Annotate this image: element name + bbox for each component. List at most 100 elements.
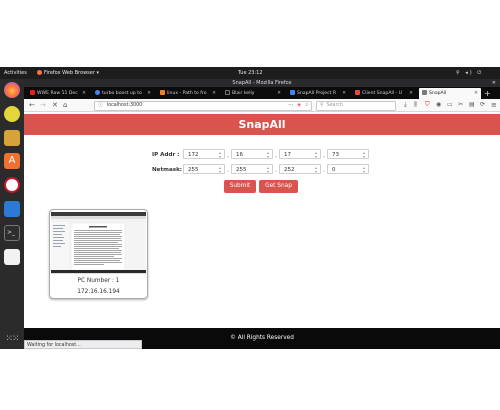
hamburger-menu-icon[interactable]: ≡	[491, 99, 497, 111]
search-bar[interactable]: ⚲ Search	[316, 101, 396, 111]
window-close-icon[interactable]: ✕	[492, 79, 496, 87]
info-icon[interactable]: ⓘ	[98, 103, 103, 108]
ip-octet-1[interactable]: 172 ▴ ▾	[183, 149, 225, 159]
ip-octet-4-value: 73	[332, 152, 339, 158]
tab-close-icon[interactable]: ✕	[474, 88, 478, 99]
separator-dot: .	[323, 167, 325, 174]
bookmark-star-icon[interactable]: ☆	[305, 102, 309, 110]
app-menu[interactable]: Firefox Web Browser ▾	[37, 67, 99, 79]
tab-label: linux - Path to fro	[167, 91, 207, 96]
ip-octet-2[interactable]: 16 ▴ ▾	[231, 149, 273, 159]
terminal-icon[interactable]: >_	[4, 225, 20, 241]
ublock-icon[interactable]: ⛉	[425, 99, 430, 111]
spin-arrows-icon[interactable]: ▴ ▾	[267, 166, 270, 174]
tab-label: SnapAll Project R	[297, 91, 337, 96]
status-text: Waiting for localhost...	[27, 343, 81, 348]
separator-dot: .	[323, 152, 325, 159]
home-icon[interactable]: ⌂	[63, 99, 67, 111]
spin-arrows-icon[interactable]: ▴ ▾	[315, 166, 318, 174]
app-menu-label: Firefox Web Browser ▾	[44, 70, 99, 76]
submit-button[interactable]: Submit	[224, 180, 256, 193]
netmask-octet-1[interactable]: 255 ▴ ▾	[183, 164, 225, 174]
tab-label: turbo boost up to	[102, 91, 142, 96]
sync-icon[interactable]: ⟳	[480, 99, 485, 111]
spin-arrows-icon[interactable]: ▴ ▾	[363, 166, 366, 174]
netmask-octet-2[interactable]: 255 ▴ ▾	[231, 164, 273, 174]
system-tray-icons[interactable]: ⚲ ◂) ⏻	[456, 67, 483, 79]
tab-close-icon[interactable]: ✕	[277, 88, 281, 99]
netmask-octet-3-value: 252	[284, 167, 295, 173]
tab-client-snapall[interactable]: Client SnapAll - U ✕	[352, 88, 416, 99]
tab-linux-path[interactable]: linux - Path to fro ✕	[157, 88, 219, 99]
page-content: SnapAll IP Addr : 172 ▴ ▾ . 16 ▴ ▾ . 17 ▴ ▾ . …	[24, 112, 500, 349]
firefox-icon	[37, 70, 42, 75]
search-placeholder: Search	[326, 103, 343, 108]
tab-snapall[interactable]: SnapAll ✕	[419, 88, 481, 99]
youtube-icon	[30, 90, 35, 95]
screenshot-thumbnail[interactable]	[51, 212, 146, 274]
url-bar[interactable]: ⓘ localhost:3000 ··· ◈ ☆	[94, 101, 312, 111]
page-icon	[422, 90, 427, 95]
screenshot-icon[interactable]: ✂	[458, 99, 463, 111]
spin-arrows-icon[interactable]: ▴ ▾	[315, 151, 318, 159]
dock: A >_ ⁙⁙	[0, 79, 24, 349]
firefox-icon[interactable]	[4, 82, 20, 98]
tab-wwe-raw[interactable]: WWE Raw 11 Dec ✕	[27, 88, 89, 99]
forward-arrow-icon[interactable]: →	[40, 99, 46, 111]
screenshot-thumbnail-image	[51, 212, 146, 273]
tab-close-icon[interactable]: ✕	[212, 88, 216, 99]
netmask-octet-3[interactable]: 252 ▴ ▾	[279, 164, 321, 174]
show-applications-icon[interactable]: ⁙⁙	[4, 331, 20, 347]
search-icon: ⚲	[320, 103, 324, 108]
desktop-screen: Activities Firefox Web Browser ▾ Tue 23:…	[0, 67, 500, 349]
ip-label: IP Addr :	[152, 152, 180, 158]
new-tab-button[interactable]: +	[484, 88, 496, 99]
url-text: localhost:3000	[106, 103, 143, 108]
pocket-icon[interactable]: ◈	[297, 102, 301, 110]
stackoverflow-icon	[160, 90, 165, 95]
navigation-bar: ← → ✕ ⌂ ⓘ localhost:3000 ··· ◈ ☆ ⚲ Search …	[24, 99, 500, 112]
thunderbird-icon[interactable]	[4, 106, 20, 122]
extension-icon[interactable]: ◉	[436, 99, 441, 111]
spin-arrows-icon[interactable]: ▴ ▾	[219, 166, 222, 174]
spin-arrows-icon[interactable]: ▴ ▾	[219, 151, 222, 159]
netmask-octet-4[interactable]: 0 ▴ ▾	[327, 164, 369, 174]
files-icon[interactable]	[4, 130, 20, 146]
sidebar-icon[interactable]: ▭	[447, 99, 453, 111]
page-actions-icon[interactable]: ···	[288, 102, 293, 110]
ip-octet-3[interactable]: 17 ▴ ▾	[279, 149, 321, 159]
separator-dot: .	[275, 152, 277, 159]
ip-octet-3-value: 17	[284, 152, 291, 158]
separator-dot: .	[227, 152, 229, 159]
tab-close-icon[interactable]: ✕	[342, 88, 346, 99]
tab-close-icon[interactable]: ✕	[147, 88, 151, 99]
tab-label: Blair kelly	[232, 91, 255, 96]
stop-icon[interactable]: ✕	[52, 99, 58, 111]
tab-close-icon[interactable]: ✕	[409, 88, 413, 99]
text-editor-icon[interactable]	[4, 249, 20, 265]
clock[interactable]: Tue 23:12	[238, 67, 263, 79]
library-icon[interactable]: ⫼	[414, 99, 417, 111]
window-title-bar: SnapAll - Mozilla Firefox ✕	[24, 79, 500, 87]
separator-dot: .	[275, 167, 277, 174]
software-center-icon[interactable]: A	[4, 153, 20, 169]
back-arrow-icon[interactable]: ←	[29, 99, 35, 111]
help-icon[interactable]	[4, 177, 20, 193]
separator-dot: .	[227, 167, 229, 174]
reader-icon[interactable]: ▤	[469, 99, 475, 111]
activities-button[interactable]: Activities	[4, 67, 27, 79]
tab-blair-kelly[interactable]: Blair kelly ✕	[222, 88, 284, 99]
tab-close-icon[interactable]: ✕	[82, 88, 86, 99]
spin-arrows-icon[interactable]: ▴ ▾	[267, 151, 270, 159]
pc-number: PC Number : 1	[77, 278, 120, 284]
get-snap-button[interactable]: Get Snap	[259, 180, 298, 193]
snapshot-card[interactable]: PC Number : 1 172.16.16.194	[49, 209, 148, 299]
pc-ip-address: 172.16.16.194	[77, 289, 120, 295]
tab-snapall-project[interactable]: SnapAll Project R ✕	[287, 88, 349, 99]
downloads-icon[interactable]: ⤓	[404, 99, 407, 111]
spin-arrows-icon[interactable]: ▴ ▾	[363, 151, 366, 159]
writer-icon[interactable]	[4, 201, 20, 217]
ip-octet-4[interactable]: 73 ▴ ▾	[327, 149, 369, 159]
tab-turbo-boost[interactable]: turbo boost up to ✕	[92, 88, 154, 99]
tab-label: Client SnapAll - U	[362, 91, 402, 96]
